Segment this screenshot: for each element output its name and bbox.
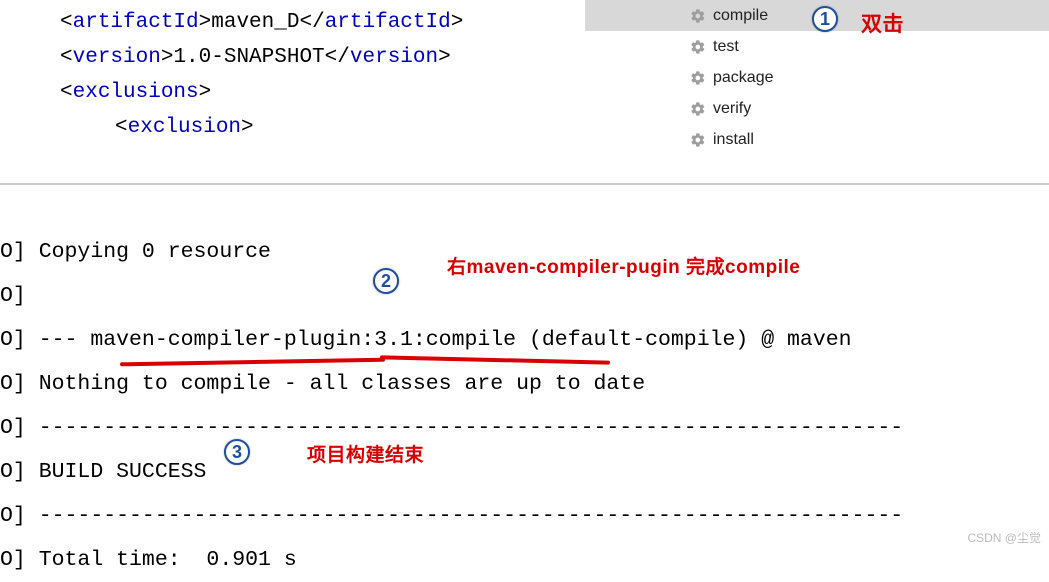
console-line: O] Nothing to compile - all classes are … <box>0 362 1049 406</box>
console-line: O] -------------------------------------… <box>0 406 1049 450</box>
maven-goal-label: compile <box>713 7 768 25</box>
gear-icon <box>690 70 706 86</box>
maven-goal-label: verify <box>713 100 751 118</box>
console-line: O] -------------------------------------… <box>0 494 1049 538</box>
gear-icon <box>690 8 706 24</box>
gear-icon <box>690 132 706 148</box>
annotation-build-end: 项目构建结束 <box>307 440 424 467</box>
annotation-compile-done: 右maven-compiler-pugin 完成compile <box>447 252 800 279</box>
xml-editor[interactable]: <artifactId>maven_D</artifactId><version… <box>0 0 585 183</box>
console-line: O] Total time: 0.901 s <box>0 538 1049 582</box>
maven-goal-label: install <box>713 131 754 149</box>
maven-goal-package[interactable]: package <box>585 62 1049 93</box>
maven-goal-verify[interactable]: verify <box>585 93 1049 124</box>
annotation-dblclick: 双击 <box>861 8 904 38</box>
code-line: <version>1.0-SNAPSHOT</version> <box>60 40 585 75</box>
callout-1: 1 <box>812 6 838 32</box>
gear-icon <box>690 39 706 55</box>
code-line: <exclusion> <box>60 110 585 145</box>
watermark: CSDN @尘觉 <box>967 529 1041 546</box>
console-line: O] <box>0 274 1049 318</box>
maven-goal-install[interactable]: install <box>585 124 1049 155</box>
callout-3: 3 <box>224 439 250 465</box>
maven-goal-test[interactable]: test <box>585 31 1049 62</box>
code-line: <artifactId>maven_D</artifactId> <box>60 5 585 40</box>
maven-goal-label: test <box>713 38 739 56</box>
console-line: O] BUILD SUCCESS <box>0 450 1049 494</box>
console-line: O] --- maven-compiler-plugin:3.1:compile… <box>0 318 1049 362</box>
callout-2: 2 <box>373 268 399 294</box>
maven-goal-label: package <box>713 69 774 87</box>
code-line: <exclusions> <box>60 75 585 110</box>
gear-icon <box>690 101 706 117</box>
